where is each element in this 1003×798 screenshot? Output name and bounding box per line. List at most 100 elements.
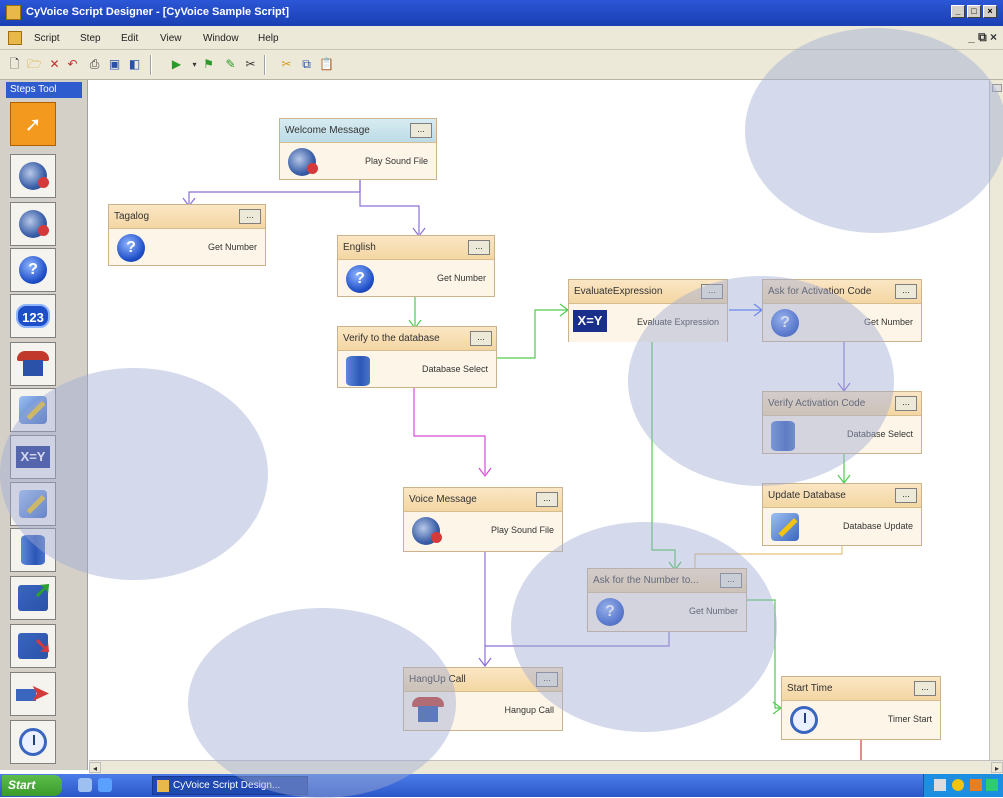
tool-timer-start[interactable]: [10, 720, 56, 764]
node-more-button[interactable]: ...: [536, 672, 558, 687]
menu-step[interactable]: Step: [80, 33, 101, 44]
node-update-database[interactable]: Update Database... Database Update: [762, 483, 922, 546]
digits-123-icon: 123: [16, 304, 50, 328]
node-more-button[interactable]: ...: [701, 284, 723, 299]
tool-goto-step[interactable]: [10, 672, 56, 716]
tool-get-digits[interactable]: 123: [10, 294, 56, 338]
node-type-label: Database Select: [421, 364, 488, 374]
tool-get-number[interactable]: ?: [10, 248, 56, 292]
database-insert-icon: [18, 577, 52, 611]
tool-database-update[interactable]: [10, 482, 56, 526]
tool-database-delete[interactable]: [10, 624, 56, 668]
xy-icon: X=Y: [16, 446, 50, 468]
node-more-button[interactable]: ...: [410, 123, 432, 138]
node-more-button[interactable]: ...: [895, 488, 917, 503]
node-more-button[interactable]: ...: [468, 240, 490, 255]
tool-evaluate-expression[interactable]: X=Y: [10, 435, 56, 479]
node-more-button[interactable]: ...: [239, 209, 261, 224]
node-more-button[interactable]: ...: [895, 284, 917, 299]
node-more-button[interactable]: ...: [470, 331, 492, 346]
node-title-text: Start Time: [787, 683, 833, 694]
new-icon[interactable]: 🗋: [6, 56, 23, 73]
vertical-scrollbar[interactable]: [989, 80, 1003, 760]
undo-icon[interactable]: ↶: [64, 56, 81, 73]
minimize-button[interactable]: _: [951, 5, 965, 18]
network-icon[interactable]: [934, 779, 946, 791]
tool-pointer[interactable]: ➚: [10, 102, 56, 146]
save-icon[interactable]: ▣: [106, 56, 123, 73]
node-welcome-message[interactable]: Welcome Message... Play Sound File: [279, 118, 437, 180]
mdi-window-controls[interactable]: _ ⧉ ×: [968, 30, 997, 45]
tool-play-sound-file[interactable]: [10, 154, 56, 198]
show-desktop-icon[interactable]: [78, 778, 92, 792]
node-ask-activation-code[interactable]: Ask for Activation Code... ? Get Number: [762, 279, 922, 342]
node-more-button[interactable]: ...: [720, 573, 742, 588]
status-icon[interactable]: [986, 779, 998, 791]
node-hangup-call[interactable]: HangUp Call... Hangup Call: [403, 667, 563, 731]
delete-icon[interactable]: ✕: [46, 56, 63, 73]
database-icon: [21, 535, 45, 565]
node-type-label: Hangup Call: [504, 705, 554, 715]
node-type-label: Get Number: [207, 242, 257, 252]
node-type-label: Get Number: [688, 606, 738, 616]
scroll-up-arrow[interactable]: [992, 84, 1002, 92]
menu-script[interactable]: Script: [34, 33, 60, 44]
menu-edit[interactable]: Edit: [121, 33, 138, 44]
node-more-button[interactable]: ...: [895, 396, 917, 411]
tool-record-sound[interactable]: [10, 202, 56, 246]
menu-window[interactable]: Window: [203, 33, 239, 44]
node-tagalog[interactable]: Tagalog... ? Get Number: [108, 204, 266, 266]
node-more-button[interactable]: ...: [536, 492, 558, 507]
menu-view[interactable]: View: [160, 33, 182, 44]
run-icon[interactable]: ▶: [168, 56, 185, 73]
print-icon[interactable]: ⎙: [86, 56, 103, 73]
volume-icon[interactable]: [970, 779, 982, 791]
speaker-icon: [288, 148, 318, 176]
close-button[interactable]: ×: [983, 5, 997, 18]
scroll-left-arrow[interactable]: ◂: [89, 762, 101, 773]
scroll-right-arrow[interactable]: ▸: [991, 762, 1003, 773]
node-title-text: Voice Message: [409, 494, 477, 505]
speaker-icon: [412, 517, 442, 545]
question-icon: ?: [771, 309, 799, 337]
document-icon[interactable]: [8, 31, 22, 45]
node-title: Welcome Message...: [280, 119, 436, 143]
node-evaluate-expression[interactable]: EvaluateExpression... X=Y Evaluate Expres…: [568, 279, 728, 342]
cut-step-icon[interactable]: ✂: [242, 56, 259, 73]
paste-icon[interactable]: 📋: [318, 56, 335, 73]
node-ask-number[interactable]: Ask for the Number to...... ? Get Number: [587, 568, 747, 632]
security-icon[interactable]: [952, 779, 964, 791]
open-icon[interactable]: 🗁: [26, 56, 43, 73]
node-title: Verify to the database...: [338, 327, 496, 351]
node-verify-activation-code[interactable]: Verify Activation Code... Database Selec…: [762, 391, 922, 454]
clock-icon: [19, 728, 47, 756]
tool-database-insert[interactable]: [10, 576, 56, 620]
node-start-time[interactable]: Start Time... Timer Start: [781, 676, 941, 740]
browser-icon[interactable]: [98, 778, 112, 792]
properties-icon[interactable]: ✎: [222, 56, 239, 73]
pencil-icon: [771, 513, 799, 541]
title-bar: CyVoice Script Designer - [CyVoice Sampl…: [0, 0, 1003, 26]
node-type-label: Get Number: [436, 273, 486, 283]
window-title: CyVoice Script Designer - [CyVoice Sampl…: [26, 6, 290, 18]
node-voice-message[interactable]: Voice Message... Play Sound File: [403, 487, 563, 552]
script-canvas[interactable]: Welcome Message... Play Sound File Tagal…: [89, 80, 989, 760]
node-verify-database[interactable]: Verify to the database... Database Selec…: [337, 326, 497, 388]
save-as-icon[interactable]: ◧: [126, 56, 143, 73]
node-english[interactable]: English... ? Get Number: [337, 235, 495, 297]
cut-icon[interactable]: ✂: [278, 56, 295, 73]
taskbar-item-cyvoice[interactable]: CyVoice Script Design...: [152, 776, 308, 795]
tool-database-select[interactable]: [10, 528, 56, 572]
tool-send-fax[interactable]: [10, 388, 56, 432]
menu-help[interactable]: Help: [258, 33, 279, 44]
node-title: Voice Message...: [404, 488, 562, 512]
node-title-text: Ask for the Number to...: [593, 575, 699, 586]
node-more-button[interactable]: ...: [914, 681, 936, 696]
tool-transfer-call[interactable]: [10, 342, 56, 386]
copy-icon[interactable]: ⧉: [298, 56, 315, 73]
horizontal-scrollbar[interactable]: ◂ ▸: [89, 760, 1003, 774]
start-button[interactable]: Start: [2, 775, 62, 796]
debug-icon[interactable]: ⚑: [200, 56, 217, 73]
maximize-button[interactable]: □: [967, 5, 981, 18]
record-icon: [19, 210, 49, 238]
